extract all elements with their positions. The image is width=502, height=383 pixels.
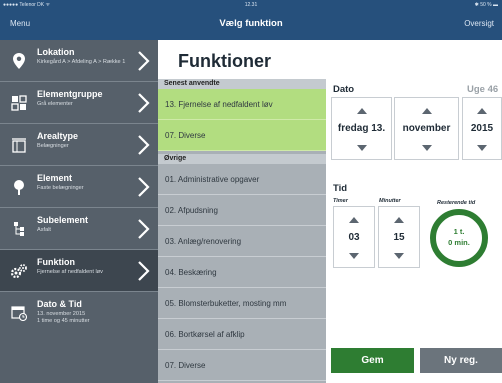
recent-section-header: Senest anvendte [158, 79, 326, 89]
calendar-clock-icon [10, 304, 28, 322]
remaining-time-ring: 1 t. 0 min. [427, 206, 491, 270]
chevron-up-icon[interactable] [421, 108, 432, 114]
list-item[interactable]: 05. Blomsterbuketter, mosting mm [158, 288, 326, 319]
sidebar-item-element[interactable]: Element Faste belægninger [0, 166, 158, 208]
date-label: Dato [333, 84, 355, 95]
sidebar-item-subtitle: Asfalt [37, 227, 51, 233]
minutes-value: 15 [393, 232, 405, 243]
chevron-right-icon [138, 177, 150, 197]
chevron-down-icon[interactable] [349, 253, 359, 259]
sidebar-item-subtitle: Faste belægninger [37, 185, 84, 191]
sidebar-item-funktion[interactable]: Funktion Fjernelse af nedfaldent løv [0, 250, 158, 292]
week-label: Uge 46 [467, 84, 499, 95]
functions-heading: Funktioner [178, 51, 271, 71]
list-item[interactable]: 04. Beskæring [158, 257, 326, 288]
chevron-down-icon[interactable] [356, 145, 367, 151]
list-item[interactable]: 01. Administrative opgaver [158, 164, 326, 195]
gears-icon [10, 262, 28, 280]
hours-value: 03 [348, 232, 360, 243]
list-item[interactable]: 07. Diverse [158, 350, 326, 381]
element-group-icon [10, 94, 28, 112]
list-item-recent[interactable]: 07. Diverse [158, 120, 326, 151]
sidebar-item-subtitle: 13. november 2015 1 time og 45 minutter [37, 311, 90, 324]
chevron-right-icon [138, 51, 150, 71]
time-label: Tid [333, 183, 348, 194]
sidebar-item-subtitle: Belægninger [37, 143, 69, 149]
chevron-down-icon[interactable] [477, 145, 487, 151]
day-picker[interactable]: fredag 13. [331, 97, 392, 160]
subelement-icon [10, 220, 28, 238]
hours-picker[interactable]: 03 [333, 206, 375, 268]
page-title: Vælg funktion [219, 18, 283, 29]
minutes-label: Minutter [379, 198, 401, 204]
other-section-header: Øvrige [158, 154, 326, 164]
battery-text: ✱ 50 % ▬ [474, 2, 498, 8]
tree-icon [10, 178, 28, 196]
sidebar-item-title: Elementgruppe [37, 89, 103, 99]
sidebar-item-lokation[interactable]: Lokation Kirkegård A > Afdeling A > Rækk… [0, 40, 158, 82]
sidebar-item-title: Dato & Tid [37, 299, 82, 309]
status-bar: ●●●●● Telenor DK ᯤ 12.31 ✱ 50 % ▬ [0, 0, 502, 10]
list-item[interactable]: 03. Anlæg/renovering [158, 226, 326, 257]
sidebar-item-arealtype[interactable]: Arealtype Belægninger [0, 124, 158, 166]
chevron-right-icon [138, 219, 150, 239]
chevron-up-icon[interactable] [394, 217, 404, 223]
save-button[interactable]: Gem [331, 348, 414, 373]
minutes-picker[interactable]: 15 [378, 206, 420, 268]
month-picker[interactable]: november [394, 97, 459, 160]
remaining-hours: 1 t. [453, 227, 465, 236]
list-item[interactable]: 06. Bortkørsel af afklip [158, 319, 326, 350]
sidebar-item-title: Lokation [37, 47, 75, 57]
chevron-up-icon[interactable] [477, 108, 487, 114]
nav-bar: Menu Vælg funktion Oversigt [0, 10, 502, 40]
sidebar-item-title: Element [37, 173, 73, 183]
area-type-icon [10, 136, 28, 154]
sidebar-item-dato-tid[interactable]: Dato & Tid 13. november 2015 1 time og 4… [0, 292, 158, 383]
sidebar-item-subtitle: Kirkegård A > Afdeling A > Række 1 [37, 59, 126, 65]
year-picker[interactable]: 2015 [462, 97, 502, 160]
sidebar-item-subtitle: Grå elementer [37, 101, 73, 107]
sidebar-item-title: Funktion [37, 257, 75, 267]
sidebar: Lokation Kirkegård A > Afdeling A > Rækk… [0, 40, 158, 383]
new-registration-button[interactable]: Ny reg. [420, 348, 502, 373]
overview-button[interactable]: Oversigt [464, 19, 494, 28]
chevron-right-icon [138, 261, 150, 281]
clock-text: 12.31 [244, 2, 258, 8]
chevron-down-icon[interactable] [421, 145, 432, 151]
sidebar-item-subtitle: Fjernelse af nedfaldent løv [37, 269, 103, 275]
sidebar-item-title: Arealtype [37, 131, 79, 141]
month-value: november [402, 123, 451, 134]
function-list: Senest anvendte 13. Fjernelse af nedfald… [158, 79, 326, 383]
year-value: 2015 [470, 123, 494, 134]
sidebar-item-elementgruppe[interactable]: Elementgruppe Grå elementer [0, 82, 158, 124]
day-value: fredag 13. [337, 123, 386, 134]
chevron-right-icon [138, 135, 150, 155]
list-item-recent[interactable]: 13. Fjernelse af nedfaldent løv [158, 89, 326, 120]
sidebar-item-title: Subelement [37, 215, 89, 225]
hours-label: Timer [333, 198, 348, 204]
remaining-minutes: 0 min. [448, 238, 470, 247]
sidebar-item-subelement[interactable]: Subelement Asfalt [0, 208, 158, 250]
chevron-up-icon[interactable] [349, 217, 359, 223]
chevron-down-icon[interactable] [394, 253, 404, 259]
list-item[interactable]: 02. Afpudsning [158, 195, 326, 226]
chevron-up-icon[interactable] [356, 108, 367, 114]
location-pin-icon [10, 52, 28, 70]
chevron-right-icon [138, 93, 150, 113]
